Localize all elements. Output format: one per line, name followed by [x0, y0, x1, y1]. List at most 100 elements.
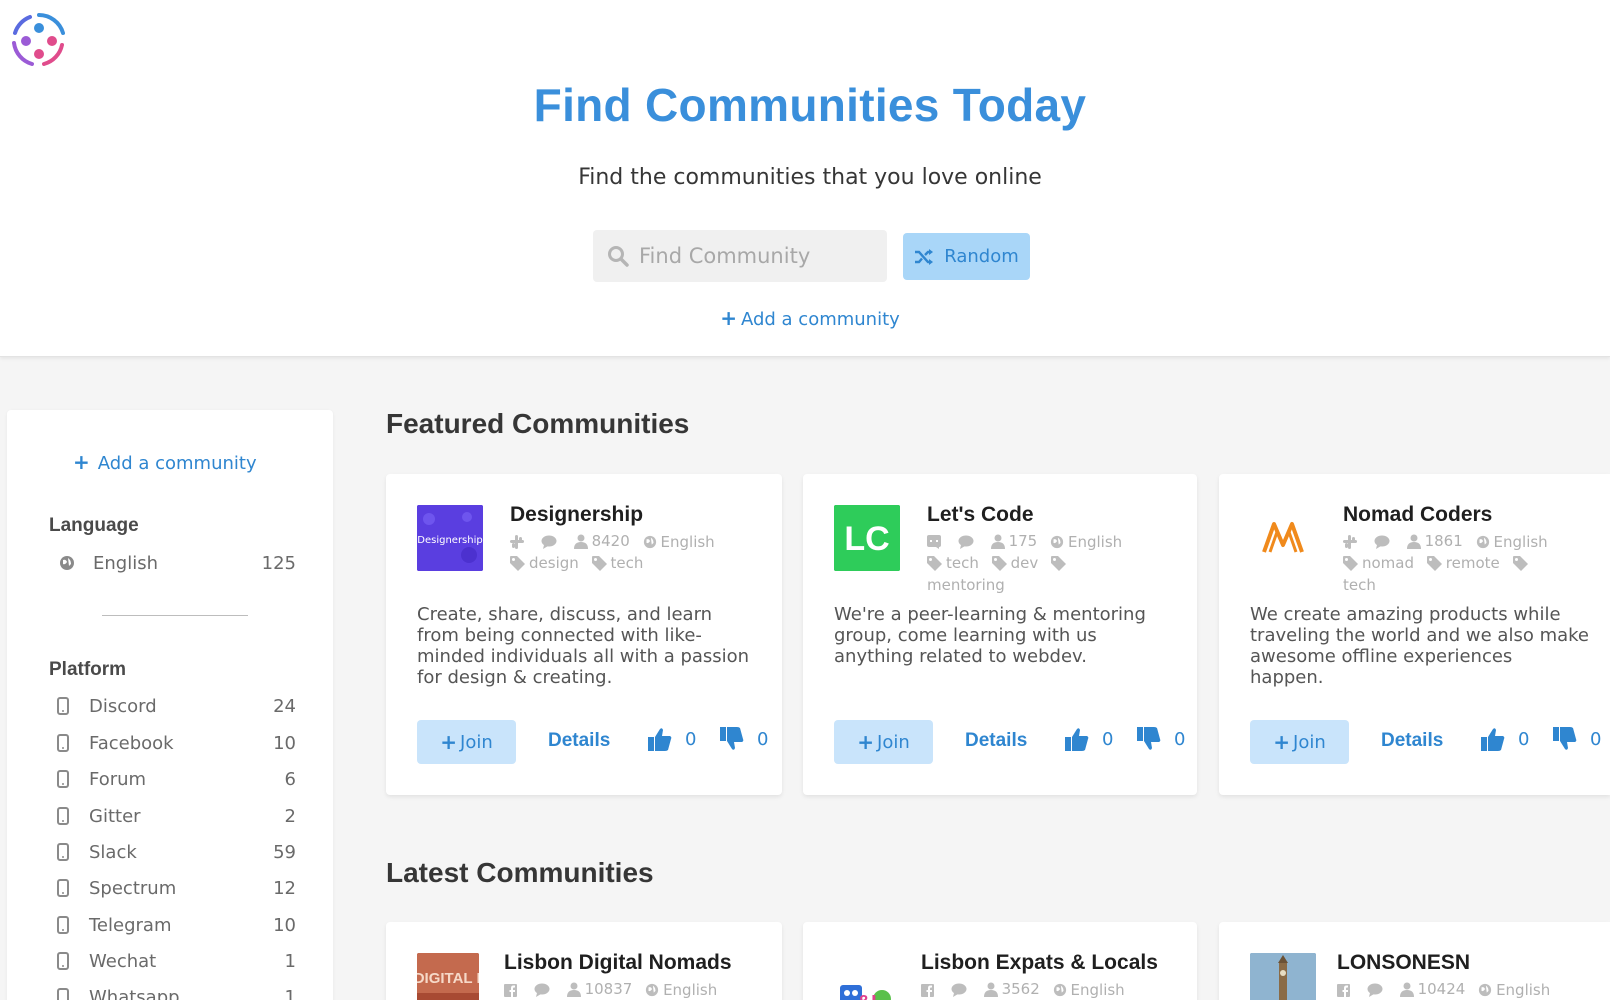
community-name[interactable]: Lisbon Digital Nomads: [504, 951, 732, 975]
community-logo[interactable]: LC: [834, 505, 900, 571]
globe-icon: [59, 554, 75, 572]
community-logo[interactable]: &L: [834, 953, 900, 1000]
platform-filter-slack[interactable]: Slack 59: [55, 838, 296, 866]
platform-filter-discord[interactable]: Discord 24: [55, 692, 296, 720]
user-icon: [573, 534, 588, 549]
platform-filter-whatsapp[interactable]: Whatsapp 1: [55, 983, 296, 1000]
platform-filter-spectrum[interactable]: Spectrum 12: [55, 874, 296, 902]
community-logo[interactable]: [1250, 953, 1316, 1000]
chat-icon: [1374, 535, 1394, 549]
user-icon: [566, 982, 581, 997]
platform-filter-telegram[interactable]: Telegram 10: [55, 911, 296, 939]
upvote-button[interactable]: 0: [1064, 726, 1113, 752]
community-name[interactable]: Nomad Coders: [1343, 503, 1492, 527]
details-link[interactable]: Details: [965, 730, 1027, 752]
community-name[interactable]: Let's Code: [927, 503, 1034, 527]
globe-icon: [1053, 983, 1066, 997]
language-tag: English: [645, 981, 717, 1000]
plus-icon: +: [440, 730, 458, 754]
community-name[interactable]: Lisbon Expats & Locals: [921, 951, 1158, 975]
sidebar-add-label: Add a community: [97, 453, 257, 474]
shuffle-icon: [915, 248, 934, 265]
member-count: 1861: [1406, 532, 1463, 551]
platform-label: Whatsapp: [89, 986, 180, 1000]
language-count: 125: [261, 552, 296, 574]
downvote-button[interactable]: 0: [719, 726, 768, 752]
random-button[interactable]: Random: [903, 233, 1030, 280]
language-value: English: [660, 532, 715, 551]
community-card-nomad-coders: Nomad Coders 1861 English nomad remote t…: [1219, 474, 1610, 795]
mobile-icon: [55, 807, 71, 825]
add-community-label: Add a community: [740, 309, 900, 330]
tag-label: design: [529, 554, 579, 572]
join-button[interactable]: + Join: [1250, 720, 1349, 764]
user-icon: [990, 534, 1005, 549]
user-icon: [983, 982, 998, 997]
platform-count: 6: [284, 768, 296, 790]
platform-label: Spectrum: [89, 877, 177, 899]
mobile-icon: [55, 952, 71, 970]
search-input[interactable]: [639, 244, 879, 268]
community-meta: 175 English tech dev mentoring: [927, 532, 1177, 595]
tag-label: tech: [946, 554, 979, 572]
thumbs-down-icon: [1137, 727, 1161, 750]
tag-label: remote: [1445, 554, 1500, 572]
language-tag: English: [1478, 981, 1550, 1000]
details-link[interactable]: Details: [1381, 730, 1443, 752]
plus-icon: +: [73, 450, 90, 474]
community-name[interactable]: LONSONESN: [1337, 951, 1470, 975]
sidebar-add-community-link[interactable]: + Add a community: [73, 450, 257, 474]
downvote-button[interactable]: 0: [1136, 726, 1185, 752]
hero-header: Find Communities Today Find the communit…: [0, 0, 1610, 357]
members-value: 1861: [1424, 532, 1463, 550]
tag[interactable]: tech: [591, 554, 643, 573]
sidebar-divider: [102, 615, 248, 616]
slack-icon: [510, 535, 528, 549]
community-description: Create, share, discuss, and learn from b…: [417, 604, 750, 688]
page-subtitle: Find the communities that you love onlin…: [578, 165, 1042, 190]
tag-icon: [1343, 556, 1358, 571]
join-button[interactable]: + Join: [417, 720, 516, 764]
tag[interactable]: tech: [927, 554, 979, 573]
plus-icon: +: [720, 306, 737, 330]
thumbs-down-icon: [1553, 727, 1577, 750]
logo-text: Designership: [417, 535, 482, 546]
tag[interactable]: nomad: [1343, 554, 1414, 573]
plus-icon: +: [1273, 730, 1291, 754]
community-name[interactable]: Designership: [510, 503, 643, 527]
members-value: 175: [1008, 532, 1038, 550]
language-filter-english[interactable]: English 125: [59, 549, 296, 577]
tag[interactable]: mentoring: [927, 576, 1005, 595]
platform-filter-facebook[interactable]: Facebook 10: [55, 729, 296, 757]
platform-count: 1: [284, 986, 296, 1000]
slack-icon: [1343, 535, 1361, 549]
details-link[interactable]: Details: [548, 730, 610, 752]
members-value: 10424: [1417, 980, 1466, 998]
join-button[interactable]: + Join: [834, 720, 933, 764]
platform-filter-forum[interactable]: Forum 6: [55, 765, 296, 793]
community-logo[interactable]: LISBON DIGITAL NOMADS: [417, 953, 479, 1000]
community-logo[interactable]: [1250, 505, 1316, 571]
downvote-button[interactable]: 0: [1552, 726, 1601, 752]
logo-text: LC: [844, 520, 889, 558]
tag-label: dev: [1010, 554, 1039, 572]
community-meta: 10424 English: [1337, 980, 1607, 1000]
downvote-count: 0: [1590, 728, 1602, 750]
thumbs-down-icon: [720, 727, 744, 750]
logo-icon[interactable]: [8, 9, 70, 71]
add-community-link[interactable]: + Add a community: [0, 306, 1610, 330]
community-logo[interactable]: Designership: [417, 505, 483, 571]
member-count: 8420: [573, 532, 630, 551]
upvote-button[interactable]: 0: [1480, 726, 1529, 752]
platform-filter-gitter[interactable]: Gitter 2: [55, 802, 296, 830]
upvote-button[interactable]: 0: [647, 726, 696, 752]
tag[interactable]: design: [510, 554, 579, 573]
search-box[interactable]: [593, 230, 887, 282]
tag[interactable]: remote: [1426, 554, 1500, 573]
members-value: 3562: [1001, 980, 1040, 998]
member-count: 10424: [1399, 980, 1466, 999]
tag[interactable]: tech: [1343, 576, 1376, 595]
community-card-lisbon-expats-locals: &L Lisbon Expats & Locals 3562 English: [803, 922, 1197, 1000]
platform-filter-wechat[interactable]: Wechat 1: [55, 947, 296, 975]
tag[interactable]: dev: [991, 554, 1039, 573]
